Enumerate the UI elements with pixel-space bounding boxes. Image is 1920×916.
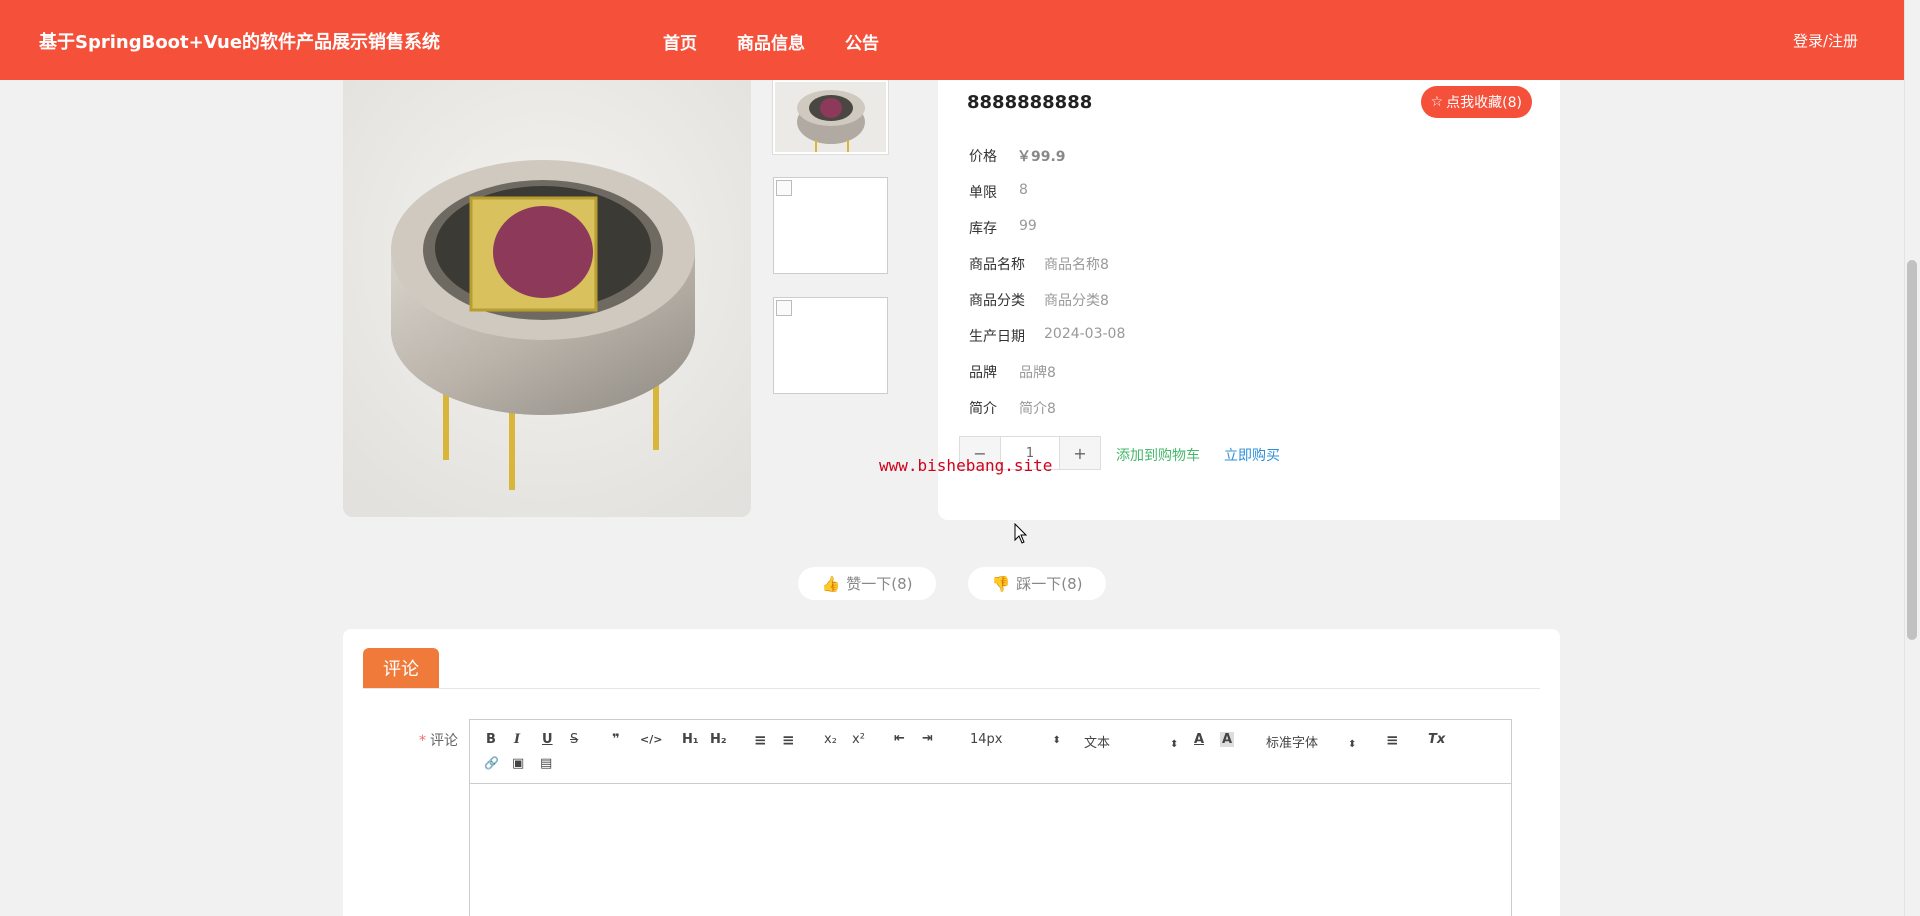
scrollbar-thumb[interactable] xyxy=(1907,260,1917,640)
rich-text-editor: B I U S ❞ </> H₁ H₂ ≡ ≡ x₂ x² ⇤ ⇥ 14px ⬍ … xyxy=(469,719,1512,916)
field-stock: 库存 99 xyxy=(969,218,1037,238)
comment-field-label: * 评论 xyxy=(419,730,458,750)
comment-label-text: 评论 xyxy=(430,733,458,749)
bullet-list-button[interactable]: ≡ xyxy=(782,731,795,749)
tab-divider xyxy=(363,688,1540,689)
ordered-list-button[interactable]: ≡ xyxy=(754,731,767,749)
subscript-button[interactable]: x₂ xyxy=(824,732,837,747)
align-button[interactable]: ≡ xyxy=(1386,731,1399,749)
field-label: 生产日期 xyxy=(969,329,1025,345)
field-value: 8 xyxy=(1019,182,1028,198)
nav-products[interactable]: 商品信息 xyxy=(737,29,805,54)
nav-home[interactable]: 首页 xyxy=(663,29,697,54)
broken-image-icon xyxy=(776,300,792,316)
dislike-button[interactable]: 👎 踩一下(8) xyxy=(968,567,1106,600)
h2-button[interactable]: H₂ xyxy=(710,732,727,747)
field-production-date: 生产日期 2024-03-08 xyxy=(969,326,1125,346)
editor-toolbar: B I U S ❞ </> H₁ H₂ ≡ ≡ x₂ x² ⇤ ⇥ 14px ⬍ … xyxy=(470,720,1511,784)
main-nav: 首页 商品信息 公告 xyxy=(663,29,919,54)
background-color-button[interactable]: A xyxy=(1220,732,1235,747)
thumbs-up-icon: 👍 xyxy=(821,574,841,593)
font-family-select[interactable]: 标准字体 ⬍ xyxy=(1266,732,1356,751)
field-label: 简介 xyxy=(969,401,997,417)
product-info-panel: 8888888888 ☆ 点我收藏(8) 价格 ￥99.9 单限 8 库存 99… xyxy=(938,80,1560,520)
field-value: 品牌8 xyxy=(1019,365,1056,381)
thumbnail-1[interactable] xyxy=(773,80,888,154)
select-arrow-icon: ⬍ xyxy=(1052,735,1061,746)
underline-button[interactable]: U xyxy=(542,732,553,747)
mouse-cursor-icon xyxy=(1014,523,1028,544)
site-brand[interactable]: 基于SpringBoot+Vue的软件产品展示销售系统 xyxy=(39,28,440,54)
watermark-text: www.bishebang.site xyxy=(879,456,1053,475)
thumbnail-2[interactable] xyxy=(773,177,888,274)
editor-content-area[interactable] xyxy=(470,784,1511,916)
h1-button[interactable]: H₁ xyxy=(682,732,699,747)
font-size-value: 14px xyxy=(970,732,1003,747)
bold-button[interactable]: B xyxy=(486,732,496,747)
favorite-label: 点我收藏(8) xyxy=(1446,95,1522,111)
field-limit: 单限 8 xyxy=(969,182,1028,202)
image-button[interactable]: ▣ xyxy=(512,756,524,771)
italic-button[interactable]: I xyxy=(514,732,520,747)
thumbs-down-icon: 👎 xyxy=(991,574,1011,593)
field-value: 99 xyxy=(1019,218,1037,234)
like-label: 赞一下(8) xyxy=(846,575,913,593)
quote-button[interactable]: ❞ xyxy=(612,732,620,747)
video-button[interactable]: ▤ xyxy=(540,756,552,771)
top-navbar: 基于SpringBoot+Vue的软件产品展示销售系统 首页 商品信息 公告 登… xyxy=(0,0,1904,80)
comment-card: 评论 * 评论 B I U S ❞ </> H₁ H₂ ≡ ≡ x₂ x² ⇤ ⇥… xyxy=(343,629,1560,916)
field-category: 商品分类 商品分类8 xyxy=(969,290,1109,310)
thumbnail-3[interactable] xyxy=(773,297,888,394)
code-button[interactable]: </> xyxy=(640,733,662,746)
select-arrow-icon: ⬍ xyxy=(1170,739,1179,750)
indent-button[interactable]: ⇥ xyxy=(922,731,933,746)
star-icon: ☆ xyxy=(1430,94,1444,110)
outdent-button[interactable]: ⇤ xyxy=(894,731,905,746)
field-label: 单限 xyxy=(969,185,997,201)
select-arrow-icon: ⬍ xyxy=(1348,739,1357,750)
text-type-select[interactable]: 文本 ⬍ xyxy=(1084,732,1178,751)
field-label: 价格 xyxy=(969,149,997,165)
link-button[interactable]: 🔗 xyxy=(484,756,499,770)
quantity-increase-button[interactable]: + xyxy=(1059,436,1101,470)
tab-comment[interactable]: 评论 xyxy=(363,648,439,688)
field-intro: 简介 简介8 xyxy=(969,398,1056,418)
field-value: 简介8 xyxy=(1019,401,1056,417)
field-brand: 品牌 品牌8 xyxy=(969,362,1056,382)
login-register-link[interactable]: 登录/注册 xyxy=(1793,30,1858,51)
field-label: 商品名称 xyxy=(969,257,1025,273)
dislike-label: 踩一下(8) xyxy=(1016,575,1083,593)
field-label: 库存 xyxy=(969,221,997,237)
font-size-select[interactable]: 14px ⬍ xyxy=(970,732,1061,747)
broken-image-icon xyxy=(776,180,792,196)
field-product-name: 商品名称 商品名称8 xyxy=(969,254,1109,274)
product-name: 8888888888 xyxy=(967,92,1093,113)
field-value: ￥99.9 xyxy=(1017,149,1066,165)
clear-format-button[interactable]: Tx xyxy=(1428,732,1445,747)
field-value: 商品分类8 xyxy=(1044,293,1109,309)
field-price: 价格 ￥99.9 xyxy=(969,146,1066,166)
text-type-value: 文本 xyxy=(1084,736,1111,751)
product-main-image xyxy=(343,80,751,517)
font-family-value: 标准字体 xyxy=(1266,736,1319,751)
add-to-cart-button[interactable]: 添加到购物车 xyxy=(1116,445,1200,465)
favorite-button[interactable]: ☆ 点我收藏(8) xyxy=(1420,86,1532,118)
like-button[interactable]: 👍 赞一下(8) xyxy=(798,567,936,600)
thumbnail-list xyxy=(773,80,888,417)
field-label: 品牌 xyxy=(969,365,997,381)
nav-announcements[interactable]: 公告 xyxy=(845,29,879,54)
page-scrollbar[interactable] xyxy=(1904,0,1920,916)
buy-now-button[interactable]: 立即购买 xyxy=(1224,445,1280,465)
font-color-button[interactable]: A xyxy=(1194,732,1204,747)
field-value: 2024-03-08 xyxy=(1044,326,1126,342)
superscript-button[interactable]: x² xyxy=(852,732,865,747)
field-value: 商品名称8 xyxy=(1044,257,1109,273)
required-mark: * xyxy=(419,733,426,749)
strike-button[interactable]: S xyxy=(570,732,578,747)
field-label: 商品分类 xyxy=(969,293,1025,309)
